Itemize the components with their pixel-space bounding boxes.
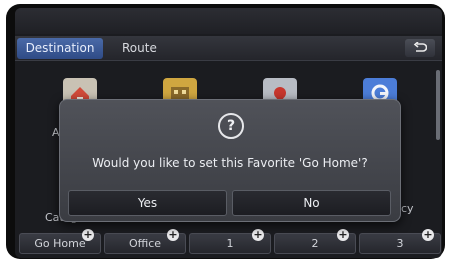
favorite-label: 1 xyxy=(226,237,234,250)
top-status-bar xyxy=(15,8,442,34)
dialog-message: Would you like to set this Favorite 'Go … xyxy=(92,156,368,170)
add-favorite-icon[interactable]: + xyxy=(252,229,264,241)
add-favorite-icon[interactable]: + xyxy=(82,229,94,241)
tab-destination[interactable]: Destination xyxy=(17,38,103,59)
favorite-label: Office xyxy=(128,237,162,250)
favorite-label: 2 xyxy=(311,237,319,250)
tab-route[interactable]: Route xyxy=(122,38,157,59)
back-button[interactable] xyxy=(405,39,435,57)
background-label-right: cy xyxy=(401,202,414,215)
favorites-row: Go Home + Office + 1 + 2 + 3 + xyxy=(15,229,442,255)
favorite-label: Go Home xyxy=(34,237,86,250)
scrollbar[interactable] xyxy=(436,70,440,140)
add-favorite-icon[interactable]: + xyxy=(422,229,434,241)
confirm-dialog: ? Would you like to set this Favorite 'G… xyxy=(59,99,401,222)
favorite-label: 3 xyxy=(396,237,404,250)
question-icon: ? xyxy=(218,113,244,139)
no-button[interactable]: No xyxy=(232,190,391,216)
add-favorite-icon[interactable]: + xyxy=(337,229,349,241)
back-arrow-icon xyxy=(413,42,427,52)
add-favorite-icon[interactable]: + xyxy=(167,229,179,241)
yes-button[interactable]: Yes xyxy=(68,190,227,216)
nav-screen: Destination Route A Categ cy Go Home + O… xyxy=(15,8,442,258)
